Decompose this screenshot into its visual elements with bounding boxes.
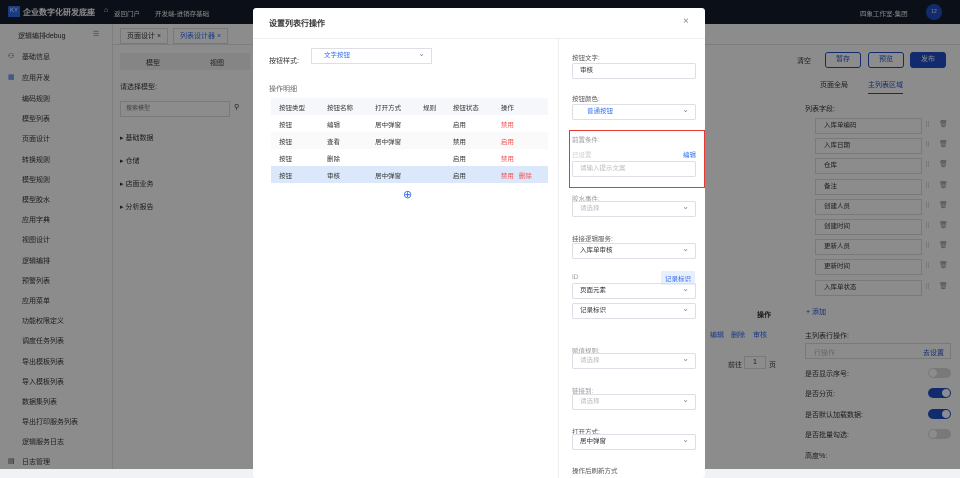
table-cell: 居中弹窗	[367, 166, 416, 183]
column-header: 按钮类型	[271, 98, 320, 115]
detail-label: 操作明细	[269, 86, 297, 93]
refresh-label: 操作后刷新方式	[572, 468, 618, 475]
logic-select[interactable]: 入库单审核	[572, 242, 696, 259]
precondition-tip-input[interactable]: 请输入提示文案	[572, 161, 696, 177]
add-row-icon[interactable]: ⊕	[403, 188, 412, 201]
button-style-value: 文字按钮	[324, 52, 350, 59]
color-label: 按钮颜色:	[572, 96, 600, 103]
table-cell: 按钮	[279, 121, 292, 129]
table-cell	[415, 115, 445, 132]
logic-label: 挂接逻辑服务:	[572, 236, 613, 243]
button-form: 按钮文字: 审核 按钮颜色: 普通按钮 前置条件: 已设置 编辑 请输入提示文案…	[558, 38, 705, 478]
modal-title: 设置列表行操作	[269, 19, 325, 28]
close-icon[interactable]: ×	[683, 16, 689, 27]
column-header: 规则	[415, 98, 445, 115]
id-source-value: 页面元素	[580, 287, 606, 294]
table-cell: 按钮	[279, 138, 292, 146]
action-cell: 禁用	[493, 149, 548, 166]
column-header: 操作	[492, 98, 548, 115]
table-cell: 启用	[452, 121, 466, 129]
assign-placeholder: 请选择	[580, 357, 600, 364]
column-header: 按钮状态	[444, 98, 493, 115]
table-row: 按钮 删除 启用 禁用	[271, 149, 548, 166]
table-cell: 审核	[319, 166, 368, 183]
id-field-select[interactable]: 记录标识	[572, 302, 696, 319]
precondition-status: 已设置	[572, 152, 592, 159]
toggle-status-link[interactable]: 禁用	[501, 122, 514, 129]
table-cell: 删除	[327, 155, 341, 163]
action-cell: 禁用 删除	[492, 166, 548, 183]
table-cell	[415, 166, 445, 183]
id-field-value: 记录标识	[580, 307, 606, 314]
link-select[interactable]: 请选择	[572, 393, 696, 410]
table-cell: 查看	[327, 138, 341, 146]
table-cell	[415, 149, 445, 166]
table-cell: 居中弹窗	[375, 138, 402, 146]
table-cell: 启用	[452, 155, 466, 163]
button-style-select[interactable]: 文字按钮	[311, 47, 432, 64]
assign-select[interactable]: 请选择	[572, 352, 696, 369]
glue-placeholder: 请选择	[580, 205, 600, 212]
table-cell	[367, 149, 415, 166]
color-value: 普通按钮	[587, 108, 613, 115]
table-cell: 编辑	[327, 121, 341, 129]
id-source-select[interactable]: 页面元素	[572, 282, 696, 299]
logic-value: 入库单审核	[580, 247, 613, 254]
ops-table: 按钮类型 按钮名称 打开方式 规则 按钮状态 操作 按钮 编辑 居中弹窗 启用 禁用 按钮 查看 居中弹窗…	[271, 98, 548, 183]
color-select[interactable]: 普通按钮	[572, 103, 696, 120]
column-header: 打开方式	[367, 98, 416, 115]
column-header: 按钮名称	[319, 98, 368, 115]
button-style-label: 按钮样式:	[269, 58, 299, 65]
text-input[interactable]: 审核	[572, 63, 696, 79]
table-cell: 启用	[444, 166, 493, 183]
open-select[interactable]: 居中弹窗	[572, 433, 696, 450]
table-cell: 禁用	[452, 138, 466, 146]
link-placeholder: 请选择	[580, 398, 600, 405]
row-ops-modal: 设置列表行操作 × 按钮样式: 文字按钮 操作明细 按钮类型按钮名称打开方式规则…	[253, 8, 705, 478]
table-cell	[415, 132, 445, 149]
action-cell: 启用	[493, 132, 548, 149]
table-row: 按钮 查看 居中弹窗 禁用 启用	[271, 132, 548, 149]
precondition-label: 前置条件:	[572, 137, 600, 144]
precondition-edit-link[interactable]: 编辑	[683, 149, 696, 159]
table-row: 按钮 编辑 居中弹窗 启用 禁用	[271, 115, 548, 132]
text-label: 按钮文字:	[572, 55, 600, 62]
delete-row-link[interactable]: 删除	[519, 173, 532, 180]
open-value: 居中弹窗	[580, 438, 606, 445]
action-cell: 禁用	[493, 115, 548, 132]
table-cell: 按钮	[279, 155, 292, 163]
table-row: 按钮 审核 居中弹窗 启用 禁用 删除	[271, 166, 548, 183]
glue-select[interactable]: 请选择	[572, 200, 696, 217]
toggle-status-link[interactable]: 禁用	[501, 156, 514, 163]
toggle-status-link[interactable]: 禁用	[501, 173, 514, 180]
table-cell: 居中弹窗	[375, 121, 402, 129]
id-label: ID	[572, 274, 579, 281]
table-cell: 按钮	[271, 166, 320, 183]
toggle-status-link[interactable]: 启用	[501, 139, 514, 146]
